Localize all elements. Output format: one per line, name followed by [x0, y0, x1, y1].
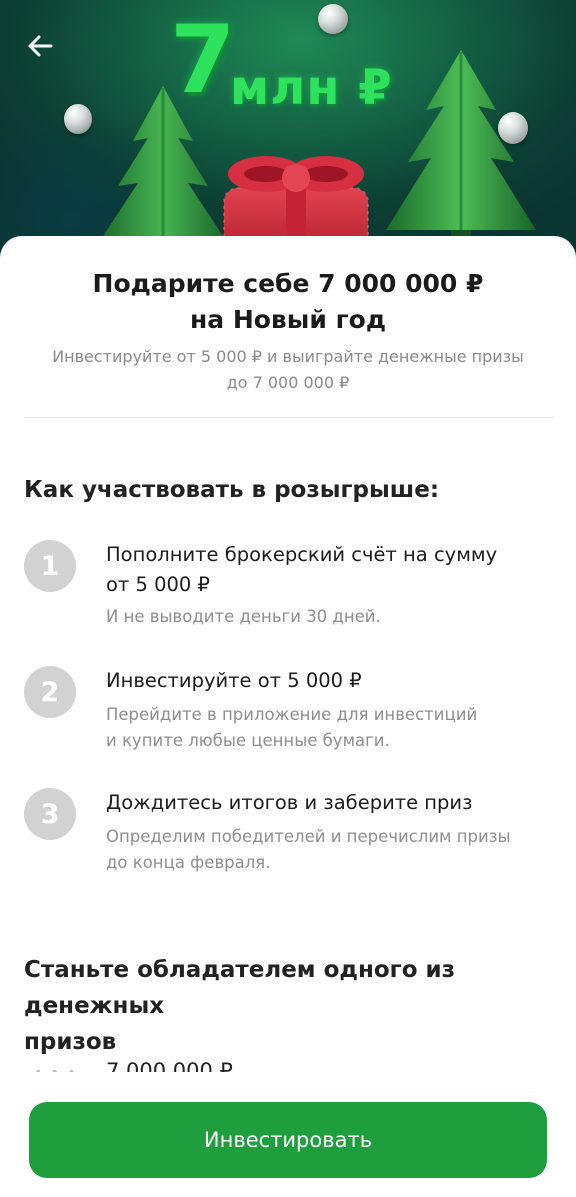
step-description: Перейдите в приложение для инвестиций и …	[106, 702, 556, 754]
step-description-line-1: Определим победителей и перечислим призы	[106, 827, 511, 846]
prize-amount: 7 000 000 ₽	[106, 1059, 233, 1072]
step-description-line-2: и купите любые ценные бумаги.	[106, 731, 390, 750]
coin-icon	[64, 104, 92, 134]
prize-icon: • • •	[34, 1065, 78, 1072]
step-description: И не выводите деньги 30 дней.	[106, 604, 556, 630]
prize-list-item: • • • 7 000 000 ₽	[0, 1050, 576, 1072]
how-to-title: Как участвовать в розыгрыше:	[24, 477, 440, 503]
prizes-title-line-1: Станьте обладателем одного из денежных	[24, 957, 455, 1019]
step-title-line-1: Инвестируйте от 5 000 ₽	[106, 669, 362, 692]
hero-title-number: 7	[170, 6, 236, 115]
invest-button[interactable]: Инвестировать	[29, 1102, 547, 1178]
page-title: Подарите себе 7 000 000 ₽ на Новый год	[0, 266, 576, 338]
step-number-badge: 3	[24, 788, 76, 840]
divider	[24, 417, 554, 418]
page-subtitle: Инвестируйте от 5 000 ₽ и выиграйте дене…	[20, 344, 556, 396]
step-title-line-1: Пополните брокерский счёт на сумму	[106, 543, 498, 566]
step-description-line-1: И не выводите деньги 30 дней.	[106, 607, 381, 626]
step-title: Пополните брокерский счёт на сумму от 5 …	[106, 540, 546, 600]
step-title-line-2: от 5 000 ₽	[106, 573, 210, 596]
step-description-line-2: до конца февраля.	[106, 853, 271, 872]
page-title-line-1: Подарите себе 7 000 000 ₽	[92, 269, 484, 298]
hero-banner: 7 млн ₽	[0, 0, 576, 260]
back-button[interactable]	[18, 26, 62, 66]
step-description: Определим победителей и перечислим призы…	[106, 824, 556, 876]
step-number-badge: 2	[24, 666, 76, 718]
coin-icon	[498, 112, 528, 144]
page-subtitle-line-2: до 7 000 000 ₽	[226, 373, 350, 392]
prizes-title: Станьте обладателем одного из денежных п…	[24, 952, 554, 1060]
step-title: Инвестируйте от 5 000 ₽	[106, 666, 546, 696]
page-title-line-2: на Новый год	[189, 305, 387, 334]
hero-title-suffix: млн ₽	[230, 60, 393, 116]
step-number-badge: 1	[24, 540, 76, 592]
page-subtitle-line-1: Инвестируйте от 5 000 ₽ и выиграйте дене…	[52, 347, 524, 366]
step-title: Дождитесь итогов и заберите приз	[106, 788, 546, 818]
arrow-left-icon	[28, 35, 53, 57]
step-title-line-1: Дождитесь итогов и заберите приз	[106, 791, 473, 814]
hero-title: 7 млн ₽	[170, 14, 420, 118]
step-description-line-1: Перейдите в приложение для инвестиций	[106, 705, 478, 724]
